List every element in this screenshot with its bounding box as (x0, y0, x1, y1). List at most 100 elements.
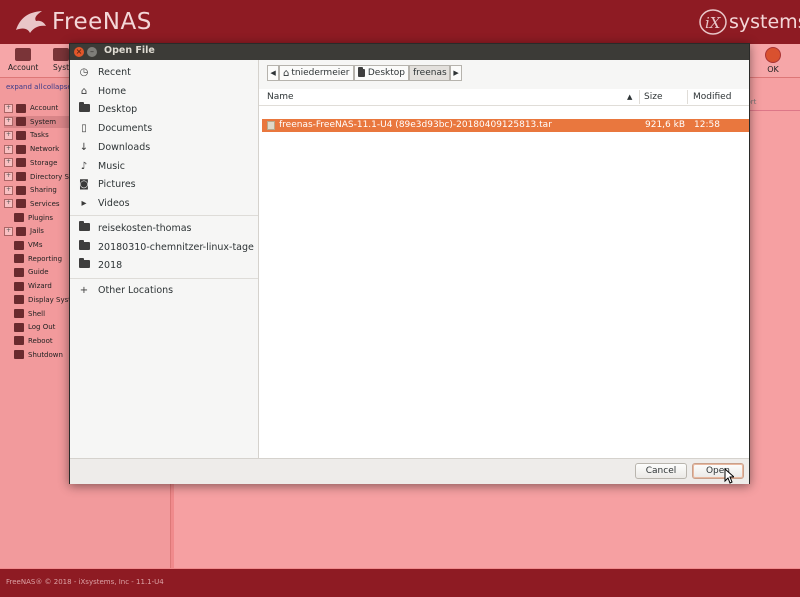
archive-file-icon (267, 121, 275, 130)
column-size[interactable]: Size (644, 92, 662, 102)
expand-icon[interactable]: + (4, 117, 13, 127)
shell-icon (14, 309, 24, 318)
place-videos[interactable]: ▸ Videos (70, 194, 258, 213)
places-separator (70, 278, 258, 279)
place-label: Documents (98, 123, 153, 135)
video-icon: ▸ (81, 197, 87, 209)
toolbar-account-button[interactable]: Account (8, 48, 38, 72)
bookmark-item[interactable]: 20180310-chemnitzer-linux-tage (70, 238, 258, 257)
home-icon: ⌂ (283, 67, 290, 79)
sidebar-item-label: VMs (28, 241, 43, 249)
collapse-link[interactable]: collapse (43, 83, 72, 91)
expand-icon[interactable]: + (4, 226, 13, 236)
chevron-right-icon: ▶ (453, 69, 459, 77)
bookmark-label: reisekosten-thomas (98, 223, 192, 234)
file-name: freenas-FreeNAS-11.1-U4 (89e3d93bc)-2018… (279, 120, 552, 130)
breadcrumb-freenas[interactable]: freenas (409, 65, 450, 81)
freenas-shark-logo-icon (16, 11, 46, 33)
sidebar-item-label: Reboot (28, 336, 53, 345)
toolbar-system-button[interactable]: Syst (53, 48, 69, 72)
clock-icon: ◷ (79, 67, 89, 78)
sidebar-item-label: Plugins (28, 213, 54, 222)
expand-icon[interactable]: + (4, 199, 13, 209)
ok-icon (765, 47, 781, 63)
plus-icon: + (79, 285, 89, 296)
place-label: Videos (98, 197, 130, 209)
sidebar-item-label: Guide (28, 268, 49, 277)
place-label: Desktop (98, 104, 138, 116)
place-other-locations[interactable]: + Other Locations (70, 281, 258, 300)
sidebar-item-label: Storage (30, 158, 58, 167)
close-icon[interactable]: × (74, 47, 84, 57)
shutdown-icon (14, 350, 24, 360)
plugins-icon (14, 213, 24, 223)
sidebar-item-label: Log Out (28, 323, 56, 332)
column-modified[interactable]: Modified (693, 92, 731, 102)
sidebar-item-label: Account (30, 104, 59, 112)
place-pictures[interactable]: ◙ Pictures (70, 175, 258, 194)
tasks-icon (16, 130, 26, 140)
open-button[interactable]: Open (692, 463, 744, 479)
column-name[interactable]: Name (267, 92, 294, 102)
place-downloads[interactable]: ↓ Downloads (70, 138, 258, 157)
expand-icon[interactable]: + (4, 185, 13, 195)
jails-icon (16, 226, 26, 236)
place-recent[interactable]: ◷ Recent (70, 63, 258, 82)
bookmark-item[interactable]: reisekosten-thomas (70, 219, 258, 238)
sidebar-item-label: Shutdown (28, 350, 63, 359)
bookmark-label: 2018 (98, 260, 123, 272)
file-list-header: Name ▲ Size Modified (259, 89, 749, 106)
file-row[interactable]: freenas-FreeNAS-11.1-U4 (89e3d93bc)-2018… (262, 119, 749, 132)
account-icon (16, 103, 26, 113)
place-label: Recent (98, 67, 131, 78)
place-documents[interactable]: ▯ Documents (70, 119, 258, 138)
breadcrumb-desktop[interactable]: Desktop (354, 65, 409, 81)
folder-icon (358, 67, 365, 77)
services-icon (16, 199, 26, 209)
column-divider (639, 90, 640, 104)
home-icon: ⌂ (80, 85, 88, 97)
footer-copyright: FreeNAS® © 2018 - iXsystems, Inc - 11.1-… (6, 578, 164, 586)
breadcrumb-home[interactable]: ⌂ tniedermeier (279, 65, 354, 81)
path-forward-button[interactable]: ▶ (450, 65, 462, 81)
path-back-button[interactable]: ◀ (267, 65, 279, 81)
document-icon: ▯ (81, 123, 87, 135)
folder-icon (76, 239, 92, 253)
reporting-icon (14, 254, 24, 264)
music-icon: ♪ (80, 160, 88, 172)
sidebar-item-label: Tasks (30, 131, 49, 140)
expand-icon[interactable]: + (4, 158, 13, 168)
cancel-button[interactable]: Cancel (635, 463, 687, 479)
dialog-title: Open File (104, 45, 155, 56)
place-desktop[interactable]: Desktop (70, 100, 258, 119)
place-label: Other Locations (98, 285, 174, 296)
place-home[interactable]: ⌂ Home (70, 82, 258, 101)
place-music[interactable]: ♪ Music (70, 157, 258, 176)
dialog-titlebar[interactable]: × – Open File (70, 44, 749, 60)
chevron-left-icon: ◀ (270, 69, 276, 77)
sort-ascending-icon[interactable]: ▲ (627, 93, 632, 101)
bookmark-label: 20180310-chemnitzer-linux-tage (98, 241, 254, 253)
expand-all-link[interactable]: expand all (6, 83, 42, 91)
expand-icon[interactable]: + (4, 144, 13, 154)
file-modified: 12:58 (694, 120, 720, 130)
folder-icon (76, 221, 92, 234)
expand-icon[interactable]: + (4, 130, 13, 140)
toolbar-ok-button[interactable]: OK (765, 47, 781, 74)
camera-icon: ◙ (79, 179, 89, 191)
bookmark-item[interactable]: 2018 (70, 256, 258, 275)
svg-text:iX: iX (705, 14, 722, 32)
place-label: Music (98, 160, 126, 172)
expand-icon[interactable]: + (4, 103, 13, 113)
expand-icon[interactable]: + (4, 172, 13, 181)
minimize-icon[interactable]: – (87, 47, 97, 57)
dialog-action-bar: Cancel Open (70, 458, 749, 484)
system-icon (53, 48, 70, 61)
open-file-dialog: × – Open File ◷ Recent ⌂ Home Desktop ▯ Docume… (69, 43, 750, 484)
